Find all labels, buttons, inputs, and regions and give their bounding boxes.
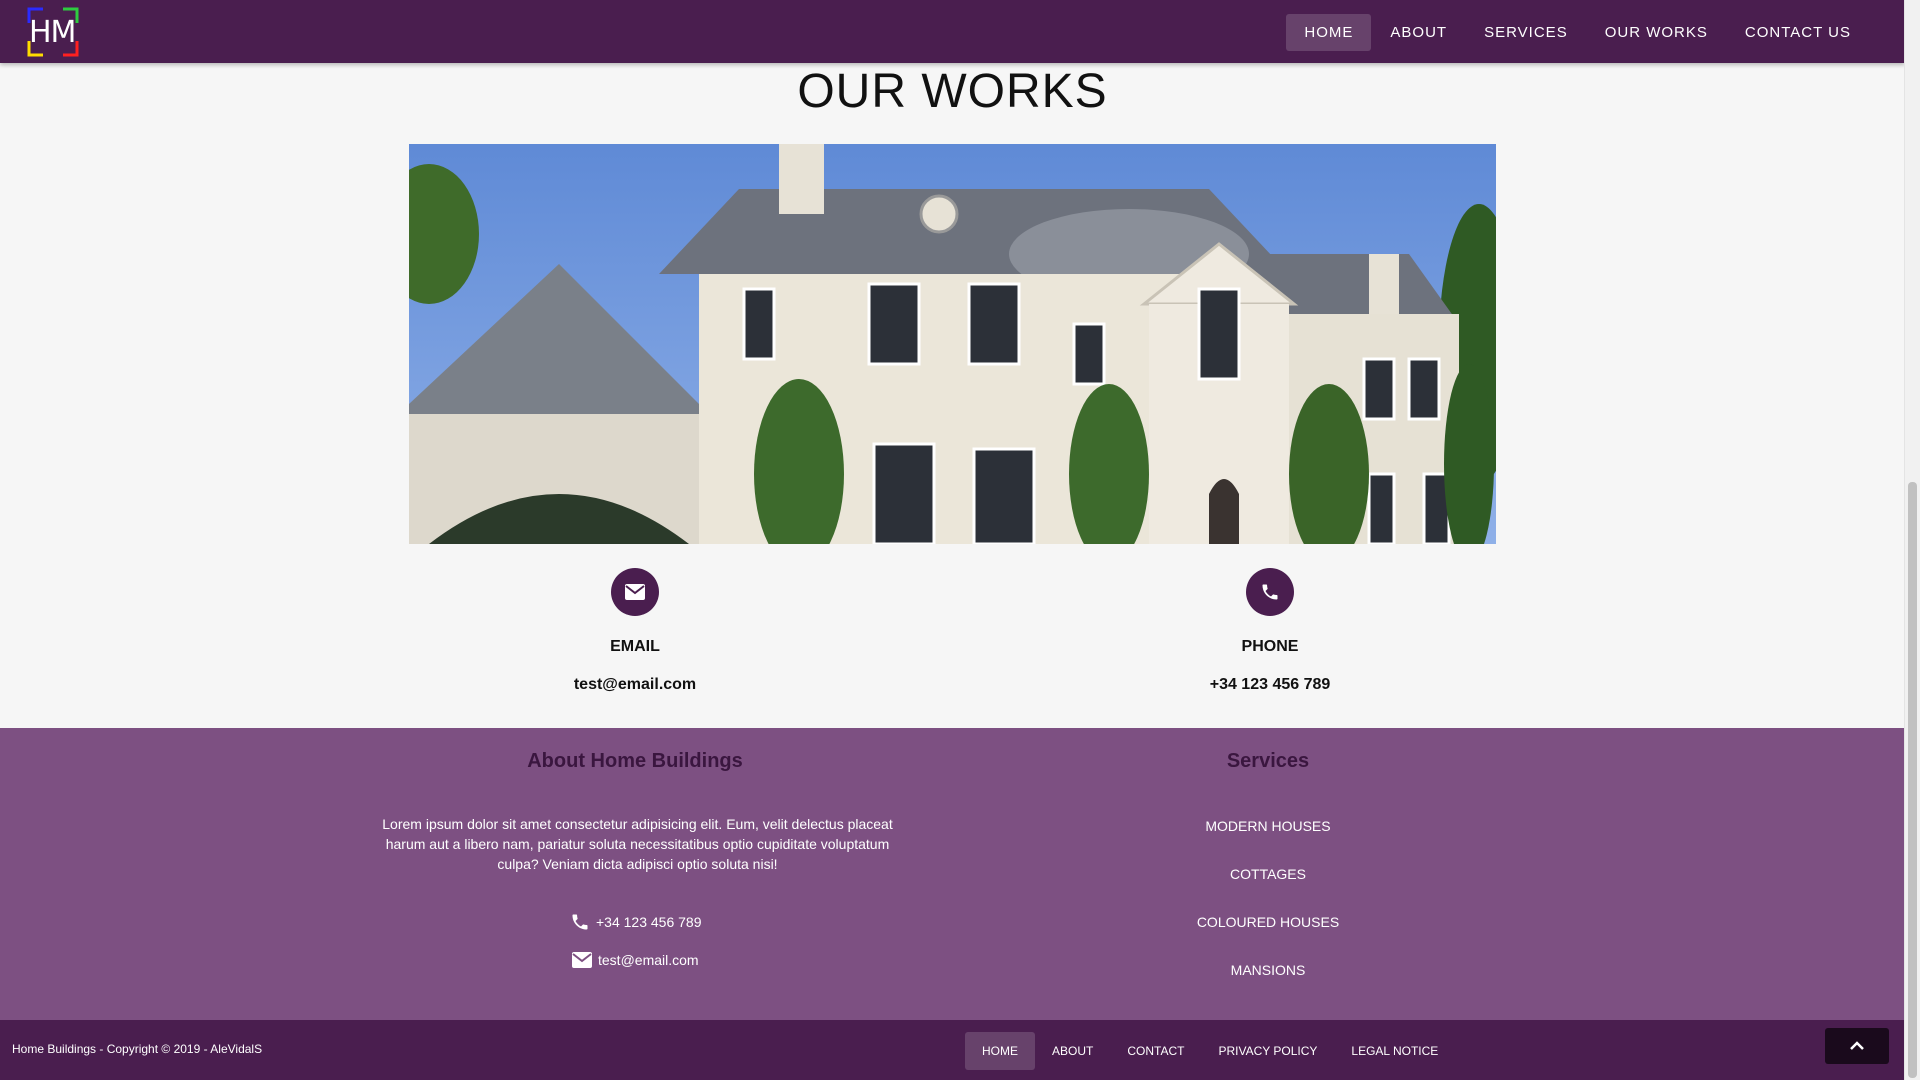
about-text: Lorem ipsum dolor sit amet consectetur a…	[382, 816, 893, 872]
phone-value[interactable]: +34 123 456 789	[1070, 676, 1470, 694]
email-icon	[625, 584, 645, 600]
services-title: Services	[1226, 750, 1310, 772]
phone-card: PHONE +34 123 456 789	[1070, 568, 1470, 694]
email-label: EMAIL	[610, 638, 660, 655]
service-mansions[interactable]: MANSIONS	[1118, 962, 1418, 978]
page-scrollbar[interactable]	[1904, 0, 1920, 1080]
page-title: OUR WORKS	[797, 65, 1108, 118]
footer-nav-legal-notice[interactable]: LEGAL NOTICE	[1334, 1032, 1455, 1070]
email-icon	[572, 952, 592, 968]
logo[interactable]: HM	[27, 7, 79, 57]
top-navbar: HM HOME ABOUT SERVICES OUR WORKS CONTACT…	[0, 0, 1905, 63]
phone-label: PHONE	[1241, 638, 1299, 655]
service-coloured-houses[interactable]: COLOURED HOUSES	[1118, 914, 1418, 930]
chevron-up-icon	[1850, 1041, 1864, 1050]
phone-icon	[1262, 584, 1278, 600]
logo-text: HM	[29, 15, 76, 50]
email-card: EMAIL test@email.com	[435, 568, 835, 694]
footer-nav: HOME ABOUT CONTACT PRIVACY POLICY LEGAL …	[965, 1032, 1455, 1070]
footer-info: About Home Buildings Lorem ipsum dolor s…	[0, 728, 1905, 1020]
footer-nav-home[interactable]: HOME	[965, 1032, 1035, 1070]
nav-home[interactable]: HOME	[1286, 14, 1372, 51]
footer-email[interactable]: test@email.com	[572, 952, 699, 968]
service-cottages[interactable]: COTTAGES	[1118, 866, 1418, 882]
nav-about[interactable]: ABOUT	[1372, 14, 1465, 51]
footer-phone-text: +34 123 456 789	[596, 914, 702, 930]
nav-our-works[interactable]: OUR WORKS	[1587, 14, 1726, 51]
footer-nav-privacy-policy[interactable]: PRIVACY POLICY	[1201, 1032, 1334, 1070]
phone-icon-circle	[1246, 568, 1294, 616]
hero-house-image	[409, 144, 1496, 544]
email-icon-circle	[611, 568, 659, 616]
footer-nav-about[interactable]: ABOUT	[1035, 1032, 1110, 1070]
about-title: About Home Buildings	[527, 750, 743, 772]
footer-bar: Home Buildings - Copyright © 2019 - AleV…	[0, 1020, 1905, 1080]
back-to-top-button[interactable]	[1825, 1028, 1889, 1064]
scrollbar-thumb[interactable]	[1908, 482, 1917, 1078]
copyright: Home Buildings - Copyright © 2019 - AleV…	[12, 1042, 263, 1056]
email-value[interactable]: test@email.com	[435, 676, 835, 694]
main-nav: HOME ABOUT SERVICES OUR WORKS CONTACT US	[1285, 14, 1869, 51]
phone-icon	[572, 914, 588, 930]
footer-nav-contact[interactable]: CONTACT	[1110, 1032, 1201, 1070]
footer-email-text: test@email.com	[598, 952, 699, 968]
nav-services[interactable]: SERVICES	[1466, 14, 1586, 51]
service-modern-houses[interactable]: MODERN HOUSES	[1118, 818, 1418, 834]
nav-contact-us[interactable]: CONTACT US	[1727, 14, 1869, 51]
footer-phone[interactable]: +34 123 456 789	[570, 912, 702, 932]
